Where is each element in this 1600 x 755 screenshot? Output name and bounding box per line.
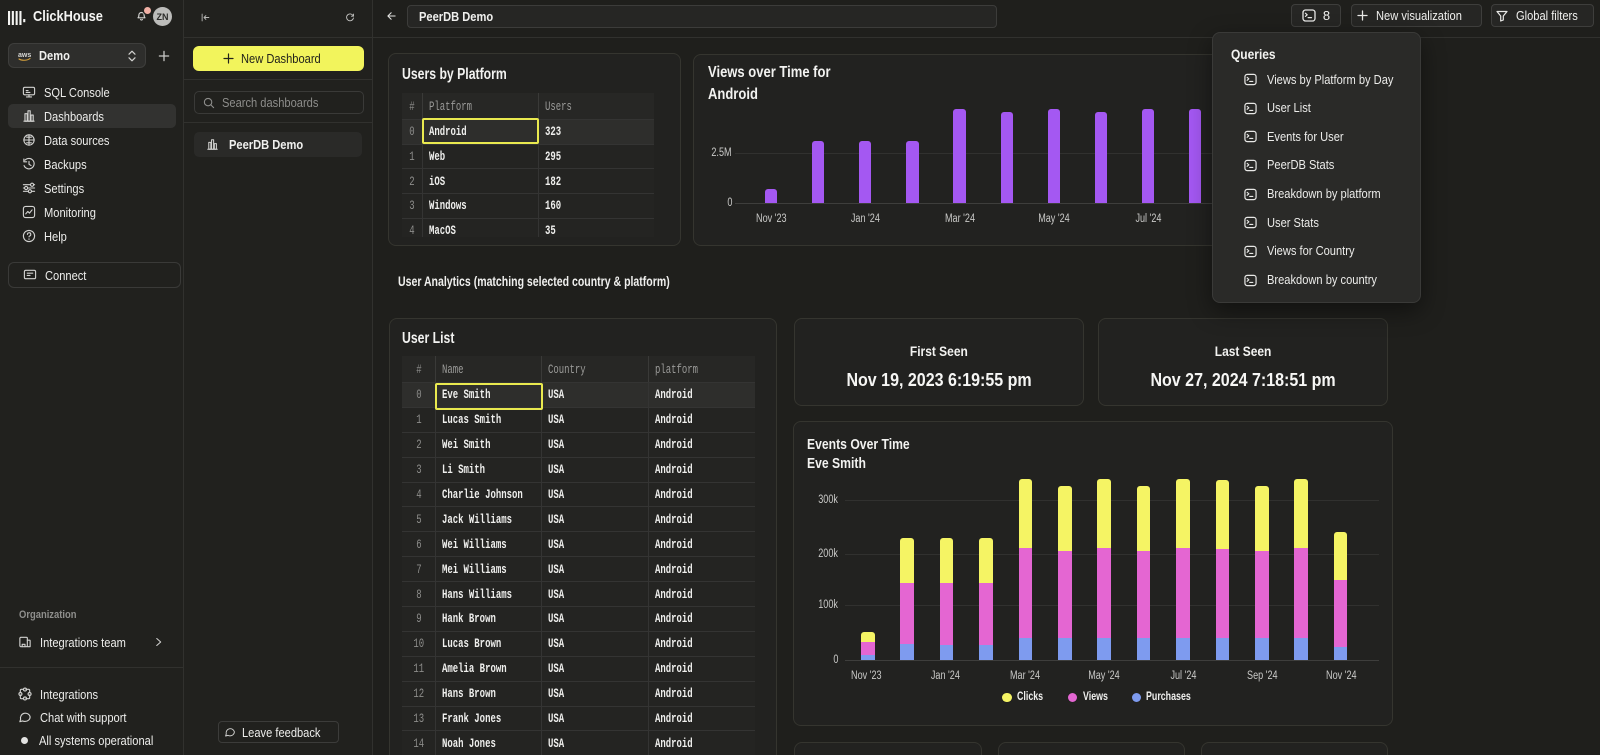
svg-text:aws: aws bbox=[18, 52, 31, 59]
